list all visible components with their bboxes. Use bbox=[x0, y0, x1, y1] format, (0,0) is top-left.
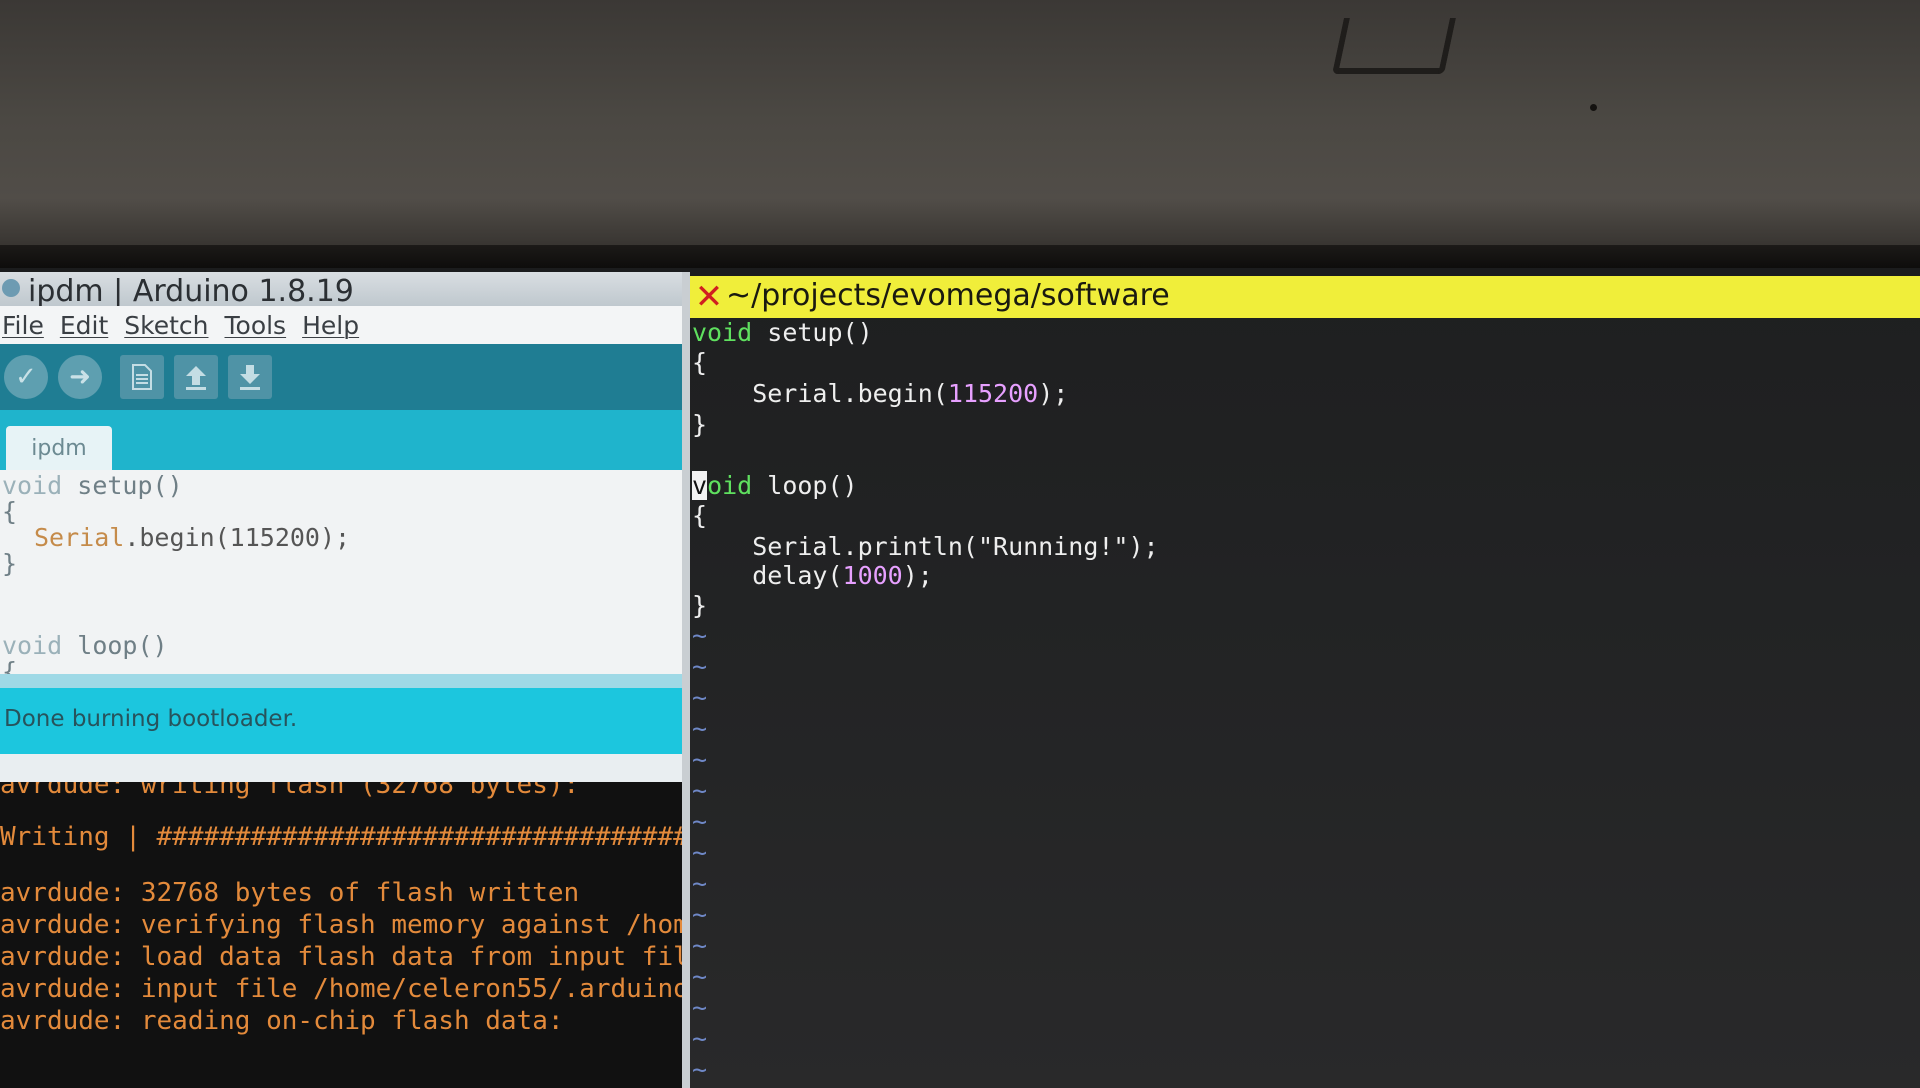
vim-keyword: void bbox=[692, 318, 753, 347]
code-text: { bbox=[2, 497, 18, 526]
arduino-status-bar: Done burning bootloader. bbox=[0, 688, 682, 754]
vim-number: 115200 bbox=[947, 379, 1039, 408]
menu-sketch[interactable]: Sketch bbox=[124, 311, 208, 340]
tab-ipdm[interactable]: ipdm bbox=[6, 426, 112, 470]
vim-line: Serial.println("Running!"); bbox=[692, 532, 1159, 561]
arduino-toolbar: ✓ ➜ bbox=[0, 344, 682, 410]
code-line: Serial.begin(115200); bbox=[34, 522, 350, 554]
console-line: avrdude: load data flash data from input… bbox=[0, 942, 682, 972]
vim-tilde: ~ bbox=[692, 621, 708, 650]
vim-text: Serial.begin( bbox=[692, 379, 948, 408]
arduino-code-editor[interactable]: void setup() { Serial.begin(115200); } v… bbox=[0, 470, 682, 674]
new-file-icon bbox=[132, 364, 152, 390]
vim-line: { bbox=[692, 348, 708, 377]
vim-tilde: ~ bbox=[692, 776, 708, 805]
arrow-down-icon bbox=[240, 365, 260, 390]
vim-line: void loop() bbox=[692, 471, 858, 500]
editor-console-divider[interactable] bbox=[0, 674, 682, 688]
monitor-bezel bbox=[0, 0, 1920, 265]
vim-line: } bbox=[692, 410, 708, 439]
vim-tilde: ~ bbox=[692, 1024, 708, 1053]
menu-edit[interactable]: Edit bbox=[60, 311, 108, 340]
menu-help[interactable]: Help bbox=[302, 311, 359, 340]
vim-tilde: ~ bbox=[692, 931, 708, 960]
vim-tilde: ~ bbox=[692, 962, 708, 991]
code-text: } bbox=[2, 549, 18, 578]
check-icon: ✓ bbox=[15, 362, 37, 392]
terminal-title-bar[interactable]: ✕ ~/projects/evomega/software bbox=[690, 276, 1920, 318]
console-line: avrdude: writing flash (32768 bytes): bbox=[0, 782, 580, 800]
vim-tilde: ~ bbox=[692, 714, 708, 743]
vim-tilde: ~ bbox=[692, 869, 708, 898]
menu-file[interactable]: File bbox=[2, 311, 44, 340]
verify-button[interactable]: ✓ bbox=[4, 355, 48, 399]
vim-tilde: ~ bbox=[692, 838, 708, 867]
arduino-window-title: ipdm | Arduino 1.8.19 bbox=[28, 274, 354, 309]
window-border bbox=[682, 272, 690, 1088]
vim-tilde: ~ bbox=[692, 652, 708, 681]
bezel-hinge bbox=[1332, 18, 1456, 74]
menu-tools[interactable]: Tools bbox=[225, 311, 287, 340]
arduino-menu-bar: File Edit Sketch Tools Help bbox=[0, 306, 682, 344]
code-text: .begin(115200); bbox=[124, 523, 351, 552]
vim-line: { bbox=[692, 501, 708, 530]
vim-keyword: oid bbox=[707, 471, 753, 500]
vim-tilde: ~ bbox=[692, 900, 708, 929]
upload-button[interactable]: ➜ bbox=[58, 355, 102, 399]
open-button[interactable] bbox=[174, 355, 218, 399]
vim-line: void setup() bbox=[692, 318, 873, 347]
vim-line: } bbox=[692, 591, 708, 620]
arduino-window: ipdm | Arduino 1.8.19 File Edit Sketch T… bbox=[0, 272, 682, 782]
new-button[interactable] bbox=[120, 355, 164, 399]
vim-number: 1000 bbox=[842, 561, 903, 590]
vim-tilde: ~ bbox=[692, 745, 708, 774]
save-button[interactable] bbox=[228, 355, 272, 399]
vim-line: delay(1000); bbox=[692, 561, 933, 590]
code-class: Serial bbox=[34, 523, 125, 552]
code-line: { bbox=[2, 496, 17, 528]
bezel-dot bbox=[1590, 104, 1597, 111]
vim-text: ); bbox=[902, 561, 933, 590]
vim-tilde: ~ bbox=[692, 807, 708, 836]
vim-tilde: ~ bbox=[692, 1055, 708, 1084]
vim-line: Serial.begin(115200); bbox=[692, 379, 1068, 408]
console-line: Writing | ##############################… bbox=[0, 822, 682, 852]
close-icon[interactable]: ✕ bbox=[692, 280, 726, 314]
vim-text: loop() bbox=[752, 471, 858, 500]
code-line: } bbox=[2, 548, 17, 580]
status-message: Done burning bootloader. bbox=[4, 706, 298, 732]
arduino-title-bar[interactable]: ipdm | Arduino 1.8.19 bbox=[0, 272, 682, 309]
vim-cursor: v bbox=[692, 471, 708, 500]
code-line: { bbox=[2, 656, 17, 674]
arduino-tab-strip: ipdm bbox=[0, 410, 682, 470]
vim-text: delay( bbox=[692, 561, 843, 590]
vim-tilde: ~ bbox=[692, 993, 708, 1022]
terminal-title: ~/projects/evomega/software bbox=[726, 278, 1170, 313]
code-line: void setup() bbox=[2, 470, 183, 502]
arrow-right-icon: ➜ bbox=[69, 362, 91, 392]
vim-tilde: ~ bbox=[692, 683, 708, 712]
arduino-app-icon bbox=[2, 279, 20, 297]
vim-text: ); bbox=[1038, 379, 1069, 408]
console-line: avrdude: input file /home/celeron55/.ard… bbox=[0, 974, 682, 1004]
arrow-up-icon bbox=[186, 366, 206, 390]
arduino-console[interactable]: avrdude: writing flash (32768 bytes): Wr… bbox=[0, 782, 682, 1088]
terminal-window: ✕ ~/projects/evomega/software void setup… bbox=[690, 276, 1920, 1088]
console-line: avrdude: 32768 bytes of flash written bbox=[0, 878, 580, 908]
console-line: avrdude: verifying flash memory against … bbox=[0, 910, 682, 940]
code-line: void loop() bbox=[2, 630, 168, 662]
code-text: loop() bbox=[62, 631, 168, 660]
code-text: { bbox=[2, 657, 18, 674]
console-line: avrdude: reading on-chip flash data: bbox=[0, 1006, 564, 1036]
code-text: setup() bbox=[62, 471, 183, 500]
vim-editor[interactable]: void setup() { Serial.begin(115200); } v… bbox=[690, 318, 1920, 1088]
vim-text: setup() bbox=[752, 318, 873, 347]
